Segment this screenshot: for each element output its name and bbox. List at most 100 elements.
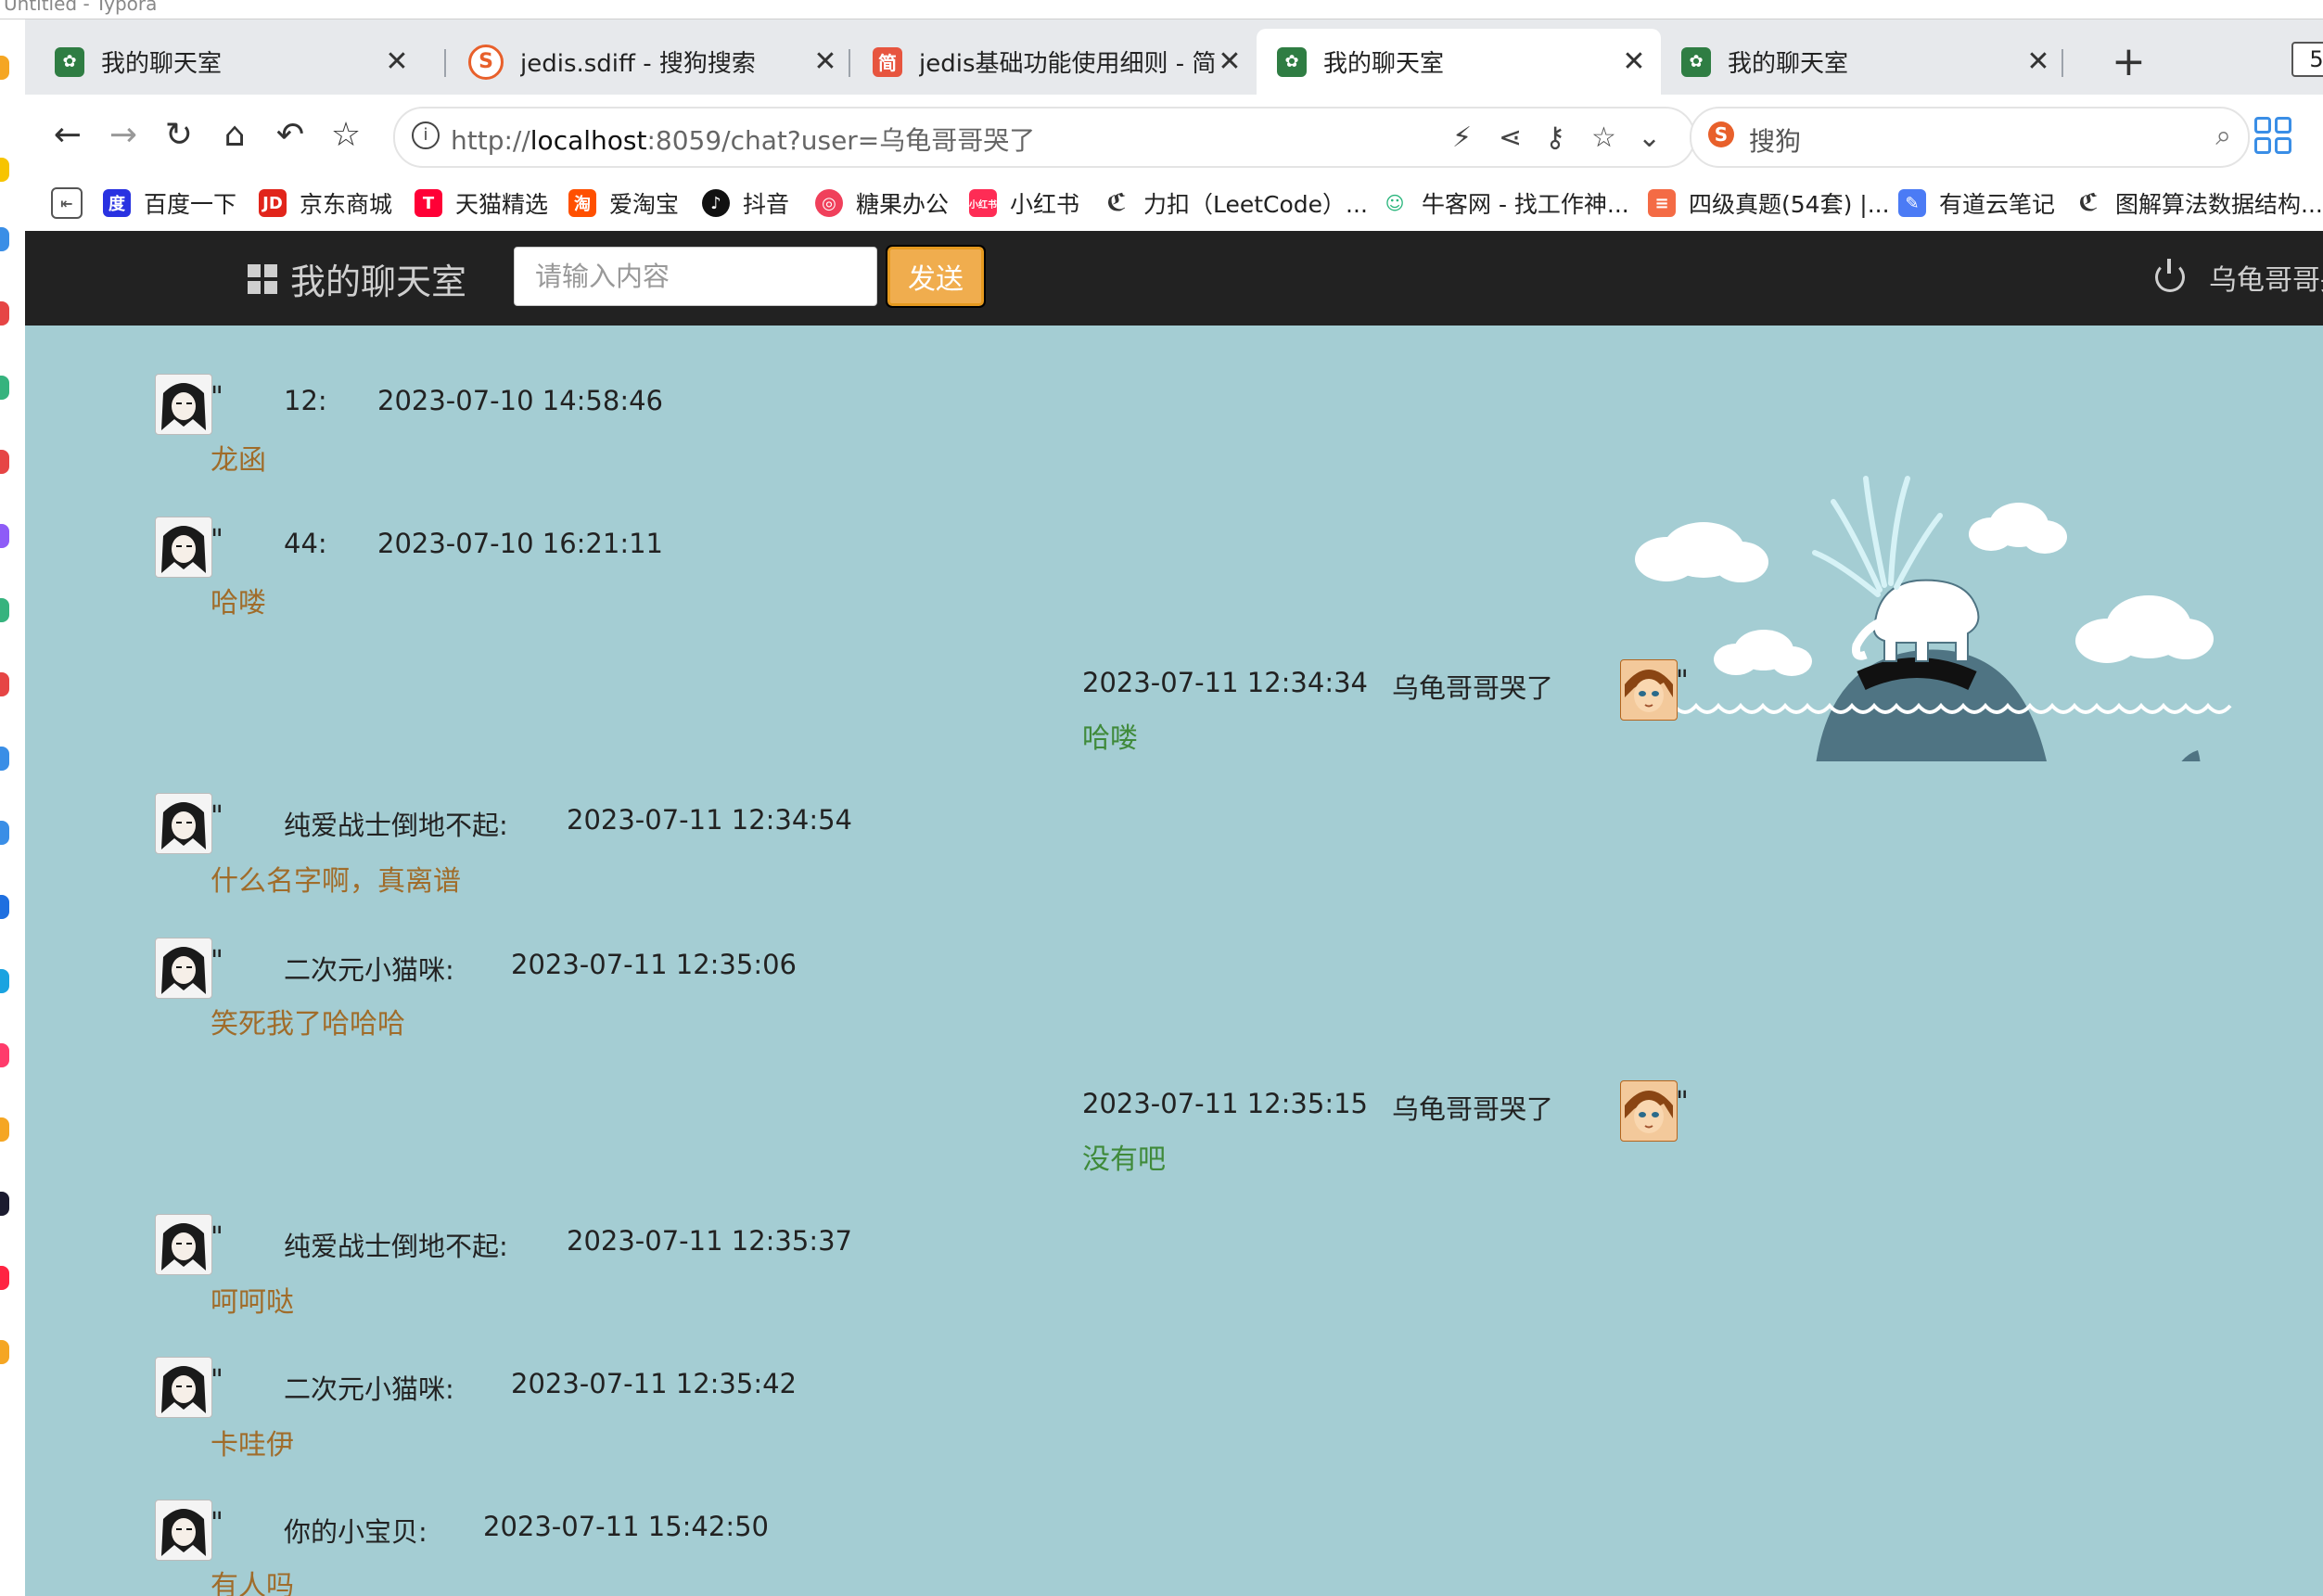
close-icon[interactable]: ✕ xyxy=(1216,45,1244,78)
bookmark-item-baidu[interactable]: 度百度一下 xyxy=(103,186,236,220)
bookmark-label: 天猫精选 xyxy=(455,191,549,218)
bookmark-label: 百度一下 xyxy=(144,191,237,218)
bookmark-item-taobao[interactable]: 淘爱淘宝 xyxy=(568,186,679,220)
message-text: 龙函 xyxy=(211,444,266,477)
tab-jianshu[interactable]: 简 jedis基础功能使用细则 - 简书 ✕ xyxy=(852,29,1257,95)
message-username: 纯爱战士倒地不起: xyxy=(284,1231,508,1262)
leetcode-icon: ℭ xyxy=(1103,189,1130,217)
side-app-icon[interactable] xyxy=(0,524,9,548)
search-box[interactable]: S 搜狗 ⌕ xyxy=(1690,107,2250,168)
side-app-icon[interactable] xyxy=(0,969,9,993)
bookmark-label: 抖音 xyxy=(743,191,790,218)
bookmark-label: 牛客网 - 找工作神... xyxy=(1422,191,1629,218)
reload-button[interactable]: ↻ xyxy=(159,115,199,156)
power-icon xyxy=(2155,259,2185,292)
leaf-icon: ✿ xyxy=(1681,46,1711,77)
avatar xyxy=(155,938,212,999)
search-input[interactable]: 搜狗 xyxy=(1749,121,1801,159)
side-app-icon[interactable] xyxy=(0,227,9,251)
background-window-title: Untitled - Typora xyxy=(0,0,2323,19)
url-text[interactable]: http://localhost:8059/chat?user=乌龟哥哥哭了 xyxy=(451,121,1035,158)
jianshu-icon: 简 xyxy=(873,46,902,77)
tab-chatroom-3[interactable]: ✿ 我的聊天室 ✕ xyxy=(1661,29,2065,95)
side-app-icon[interactable] xyxy=(0,1340,9,1364)
search-icon[interactable]: ⌕ xyxy=(2215,120,2231,152)
site-brand[interactable]: 我的聊天室 xyxy=(248,253,466,304)
back-button[interactable]: ← xyxy=(47,115,88,156)
tab-separator xyxy=(849,49,850,77)
chevron-down-icon[interactable]: ⌄ xyxy=(1638,121,1661,154)
bookmark-star-button[interactable]: ☆ xyxy=(325,115,366,156)
avatar xyxy=(155,793,212,854)
sidebar-toggle-icon[interactable]: ⇤ xyxy=(51,186,96,220)
message-timestamp: 2023-07-11 12:35:37 xyxy=(567,1225,852,1257)
message-input[interactable] xyxy=(514,247,877,306)
apps-grid-icon[interactable] xyxy=(2254,117,2291,154)
bookmark-item-cet4[interactable]: ≡ 四级真题(54套) |... xyxy=(1648,186,1890,220)
tab-chatroom-1[interactable]: ✿ 我的聊天室 ✕ xyxy=(34,29,424,95)
bookmark-item-nowcoder[interactable]: ☺ 牛客网 - 找工作神... xyxy=(1381,186,1629,220)
bookmark-item-douyin[interactable]: ♪ 抖音 xyxy=(702,186,789,220)
logout-link[interactable]: 乌龟哥哥哭了 xyxy=(2155,257,2323,298)
close-icon[interactable]: ✕ xyxy=(2024,45,2052,78)
bookmark-item-xiaohongshu[interactable]: 小红书 小红书 xyxy=(969,186,1079,220)
bookmark-item-jd[interactable]: JD 京东商城 xyxy=(259,186,392,220)
side-app-icon[interactable] xyxy=(0,1043,9,1067)
avatar xyxy=(155,374,212,435)
bookmark-item-algorithm[interactable]: ℭ 图解算法数据结构... xyxy=(2074,186,2323,220)
send-button[interactable]: 发送 xyxy=(886,245,986,308)
home-button[interactable]: ⌂ xyxy=(214,115,255,156)
tmall-icon: T xyxy=(415,189,442,217)
side-app-icon[interactable] xyxy=(0,56,9,80)
tab-title: jedis基础功能使用细则 - 简书 xyxy=(919,50,1216,78)
close-icon[interactable]: ✕ xyxy=(811,45,839,78)
message-text: 呵呵哒 xyxy=(211,1286,294,1319)
side-app-icon[interactable] xyxy=(0,1192,9,1216)
favorite-star-icon[interactable]: ☆ xyxy=(1591,121,1616,154)
bookmark-label: 爱淘宝 xyxy=(609,191,680,218)
close-icon[interactable]: ✕ xyxy=(383,45,411,78)
browser-tab-bar: ✿ 我的聊天室 ✕ S jedis.sdiff - 搜狗搜索 ✕ 简 jedis… xyxy=(25,19,2323,95)
new-tab-button[interactable]: + xyxy=(2112,42,2146,83)
message-text: 哈喽 xyxy=(1082,722,1138,755)
whale-elephant-illustration xyxy=(1627,476,2232,761)
side-app-icon[interactable] xyxy=(0,895,9,919)
avatar xyxy=(155,1357,212,1418)
side-app-icon[interactable] xyxy=(0,747,9,771)
forward-button[interactable]: → xyxy=(103,115,144,156)
undo-close-button[interactable]: ↶ xyxy=(270,115,311,156)
side-app-icon[interactable] xyxy=(0,821,9,845)
bookmark-item-tangguo[interactable]: ◎ 糖果办公 xyxy=(815,186,949,220)
side-app-icon[interactable] xyxy=(0,672,9,696)
lightning-icon[interactable]: ⚡ xyxy=(1452,121,1472,154)
info-icon[interactable]: i xyxy=(412,121,440,149)
side-app-icon[interactable] xyxy=(0,1266,9,1290)
background-window-title-text: Untitled - Typora xyxy=(4,0,158,15)
address-bar[interactable]: i http://localhost:8059/chat?user=乌龟哥哥哭了… xyxy=(393,107,1695,168)
douyin-icon: ♪ xyxy=(702,189,730,217)
side-app-icon[interactable] xyxy=(0,376,9,400)
tab-count-badge[interactable]: 5 xyxy=(2291,42,2323,77)
key-icon[interactable]: ⚷ xyxy=(1545,121,1565,154)
share-icon[interactable]: ⋖ xyxy=(1499,121,1522,154)
tab-chatroom-active[interactable]: ✿ 我的聊天室 ✕ xyxy=(1257,29,1661,95)
message-timestamp: 2023-07-11 12:35:15 xyxy=(1082,1088,1368,1119)
avatar-alt-text: " xyxy=(211,1221,223,1254)
tab-separator xyxy=(444,49,446,77)
avatar xyxy=(155,1500,212,1561)
close-icon[interactable]: ✕ xyxy=(1620,45,1648,78)
avatar-alt-text: " xyxy=(211,524,223,556)
side-app-icon[interactable] xyxy=(0,301,9,326)
side-app-icon[interactable] xyxy=(0,158,9,182)
bookmark-item-youdao[interactable]: ✎ 有道云笔记 xyxy=(1898,186,2055,220)
message-text: 卡哇伊 xyxy=(211,1429,294,1462)
tab-title: jedis.sdiff - 搜狗搜索 xyxy=(520,50,756,78)
side-app-icon[interactable] xyxy=(0,1117,9,1142)
tab-sogou-search[interactable]: S jedis.sdiff - 搜狗搜索 ✕ xyxy=(448,29,852,95)
bookmark-item-leetcode[interactable]: ℭ 力扣（LeetCode）... xyxy=(1103,186,1368,220)
side-app-icon[interactable] xyxy=(0,598,9,622)
side-app-icon[interactable] xyxy=(0,450,9,474)
message-text: 没有吧 xyxy=(1082,1143,1166,1176)
bookmark-item-tmall[interactable]: T 天猫精选 xyxy=(415,186,548,220)
message-timestamp: 2023-07-10 14:58:46 xyxy=(377,385,663,416)
